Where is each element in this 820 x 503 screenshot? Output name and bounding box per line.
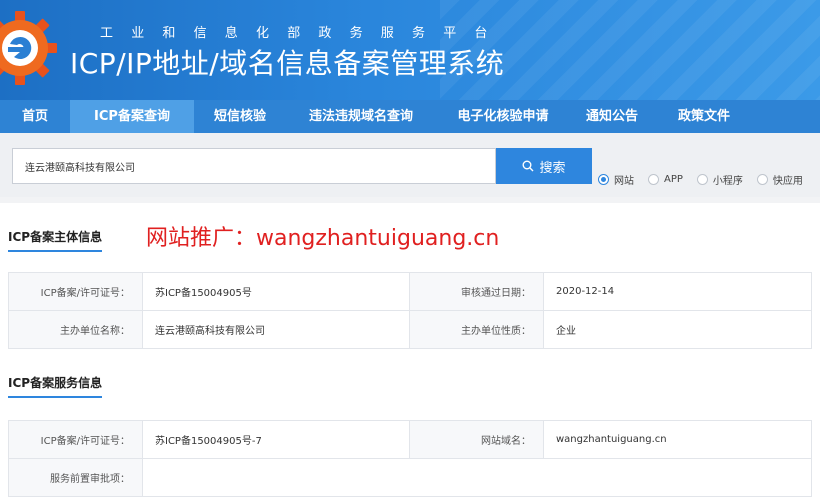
nav-notices[interactable]: 通知公告 bbox=[570, 100, 654, 133]
nav-policy-files[interactable]: 政策文件 bbox=[654, 100, 754, 133]
website-domain-label: 网站域名： bbox=[409, 420, 544, 459]
nav-home[interactable]: 首页 bbox=[0, 100, 70, 133]
radio-quickapp[interactable]: 快应用 bbox=[756, 172, 803, 187]
radio-dot bbox=[696, 174, 708, 185]
nav-illegal-domain-query[interactable]: 违法违规域名查询 bbox=[286, 100, 436, 133]
search-button[interactable]: 搜索 bbox=[496, 148, 592, 184]
nav-sms-verify[interactable]: 短信核验 bbox=[194, 100, 286, 133]
approval-date-label: 审核通过日期： bbox=[409, 272, 544, 311]
site-header: 工业和信息化部政务服务平台 ICP/IP地址/域名信息备案管理系统 bbox=[0, 0, 820, 100]
pre-approval-value bbox=[142, 458, 812, 497]
service-info-table: ICP备案/许可证号： 苏ICP备15004905号-7 网站域名： wangz… bbox=[8, 420, 812, 497]
system-title: ICP/IP地址/域名信息备案管理系统 bbox=[70, 47, 505, 80]
promo-watermark: 网站推广：wangzhantuiguang.cn bbox=[146, 226, 500, 251]
service-icp-license-value: 苏ICP备15004905号-7 bbox=[142, 420, 410, 459]
icp-license-value: 苏ICP备15004905号 bbox=[142, 272, 410, 311]
organizer-name-label: 主办单位名称： bbox=[8, 310, 143, 349]
approval-date-value: 2020-12-14 bbox=[543, 272, 812, 311]
radio-dot bbox=[756, 174, 768, 185]
radio-label: 快应用 bbox=[772, 176, 803, 187]
radio-label: APP bbox=[664, 174, 683, 185]
radio-label: 小程序 bbox=[712, 176, 743, 187]
radio-dot bbox=[598, 174, 609, 185]
search-type-options: 网站 APP 小程序 快应用 bbox=[598, 172, 817, 187]
service-icp-license-label: ICP备案/许可证号： bbox=[8, 420, 143, 459]
pre-approval-label: 服务前置审批项： bbox=[8, 458, 143, 497]
organizer-type-value: 企业 bbox=[543, 310, 812, 349]
search-icon bbox=[522, 160, 534, 172]
result-panel: ICP备案主体信息 网站推广：wangzhantuiguang.cn ICP备案… bbox=[0, 203, 820, 503]
radio-label: 网站 bbox=[614, 176, 634, 187]
radio-miniprogram[interactable]: 小程序 bbox=[696, 172, 743, 187]
radio-dot bbox=[648, 174, 659, 185]
radio-app[interactable]: APP bbox=[648, 174, 683, 185]
nav-icp-query[interactable]: ICP备案查询 bbox=[70, 100, 194, 133]
table-row: 主办单位名称： 连云港颐高科技有限公司 主办单位性质： 企业 bbox=[8, 310, 812, 349]
icp-license-label: ICP备案/许可证号： bbox=[8, 272, 143, 311]
main-nav: 首页 ICP备案查询 短信核验 违法违规域名查询 电子化核验申请 通知公告 政策… bbox=[0, 100, 820, 133]
organizer-name-value: 连云港颐高科技有限公司 bbox=[142, 310, 410, 349]
gear-logo-icon bbox=[0, 11, 57, 85]
nav-electronic-verify[interactable]: 电子化核验申请 bbox=[436, 100, 570, 133]
subject-info-title: ICP备案主体信息 bbox=[8, 228, 103, 252]
table-row: 服务前置审批项： bbox=[8, 458, 812, 497]
subject-info-table: ICP备案/许可证号： 苏ICP备15004905号 审核通过日期： 2020-… bbox=[8, 272, 812, 349]
website-domain-value: wangzhantuiguang.cn bbox=[543, 420, 812, 459]
table-row: ICP备案/许可证号： 苏ICP备15004905号 审核通过日期： 2020-… bbox=[8, 272, 812, 311]
organizer-type-label: 主办单位性质： bbox=[409, 310, 544, 349]
platform-subtitle: 工业和信息化部政务服务平台 bbox=[100, 26, 506, 41]
search-area: 搜索 网站 APP 小程序 快应用 bbox=[0, 133, 820, 197]
search-button-label: 搜索 bbox=[539, 159, 566, 175]
radio-website[interactable]: 网站 bbox=[598, 172, 634, 187]
service-info-title: ICP备案服务信息 bbox=[8, 374, 103, 398]
table-row: ICP备案/许可证号： 苏ICP备15004905号-7 网站域名： wangz… bbox=[8, 420, 812, 459]
search-input[interactable] bbox=[12, 148, 496, 184]
